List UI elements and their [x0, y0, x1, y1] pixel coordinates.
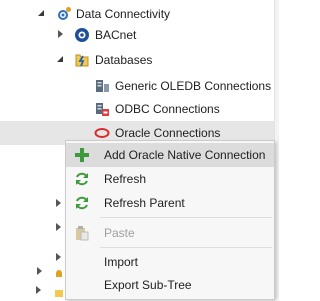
expand-arrow-icon[interactable] — [56, 223, 61, 231]
collapse-arrow-icon[interactable] — [57, 56, 63, 62]
tree-node-bacnet[interactable]: BACnet — [0, 23, 275, 47]
tree-node-odbc[interactable]: ODBC Connections — [0, 97, 275, 121]
paste-icon — [74, 225, 90, 241]
bell-icon — [54, 268, 64, 278]
tree-node-label: Generic OLEDB Connections — [115, 79, 272, 93]
folder-icon — [54, 287, 64, 297]
plus-icon — [74, 147, 90, 163]
menu-item-label: Add Oracle Native Connection — [104, 148, 266, 162]
tree-node-label: BACnet — [95, 28, 137, 42]
menu-item-refresh[interactable]: Refresh — [66, 167, 274, 191]
menu-item-import[interactable]: Import — [66, 250, 274, 274]
expand-arrow-icon[interactable] — [56, 253, 61, 261]
menu-item-label: Refresh Parent — [104, 196, 185, 210]
expand-arrow-icon[interactable] — [36, 286, 41, 294]
collapse-arrow-icon[interactable] — [38, 10, 44, 16]
menu-separator — [100, 217, 272, 218]
tree-node-label: Databases — [95, 53, 153, 67]
menu-item-export-sub-tree[interactable]: Export Sub-Tree — [66, 273, 274, 297]
menu-item-label: Export Sub-Tree — [104, 278, 192, 292]
tree-node-databases[interactable]: Databases — [0, 48, 275, 72]
menu-item-label: Paste — [104, 226, 135, 240]
menu-item-label: Refresh — [104, 172, 147, 186]
menu-item-paste[interactable]: Paste — [66, 221, 274, 245]
menu-item-refresh-parent[interactable]: Refresh Parent — [66, 191, 274, 215]
menu-separator — [100, 247, 272, 248]
menu-item-add-oracle-native-connection[interactable]: Add Oracle Native Connection — [66, 143, 274, 167]
expand-arrow-icon[interactable] — [56, 199, 61, 207]
refresh-icon — [74, 171, 90, 187]
export-icon — [74, 277, 90, 293]
expand-arrow-icon[interactable] — [58, 30, 63, 38]
menu-item-label: Import — [104, 255, 139, 269]
oledb-icon — [94, 78, 110, 94]
import-icon — [74, 254, 90, 270]
odbc-icon — [94, 101, 110, 117]
oracle-icon — [94, 125, 110, 141]
tree-node-label: ODBC Connections — [115, 102, 220, 116]
gear-connectivity-icon — [56, 6, 72, 22]
refresh-icon — [74, 195, 90, 211]
bacnet-icon — [74, 27, 90, 43]
database-folder-icon — [74, 52, 90, 68]
context-menu: Add Oracle Native Connection Refresh Ref… — [65, 140, 275, 300]
tree-node-generic-oledb[interactable]: Generic OLEDB Connections — [0, 74, 275, 98]
expand-arrow-icon[interactable] — [37, 267, 42, 275]
